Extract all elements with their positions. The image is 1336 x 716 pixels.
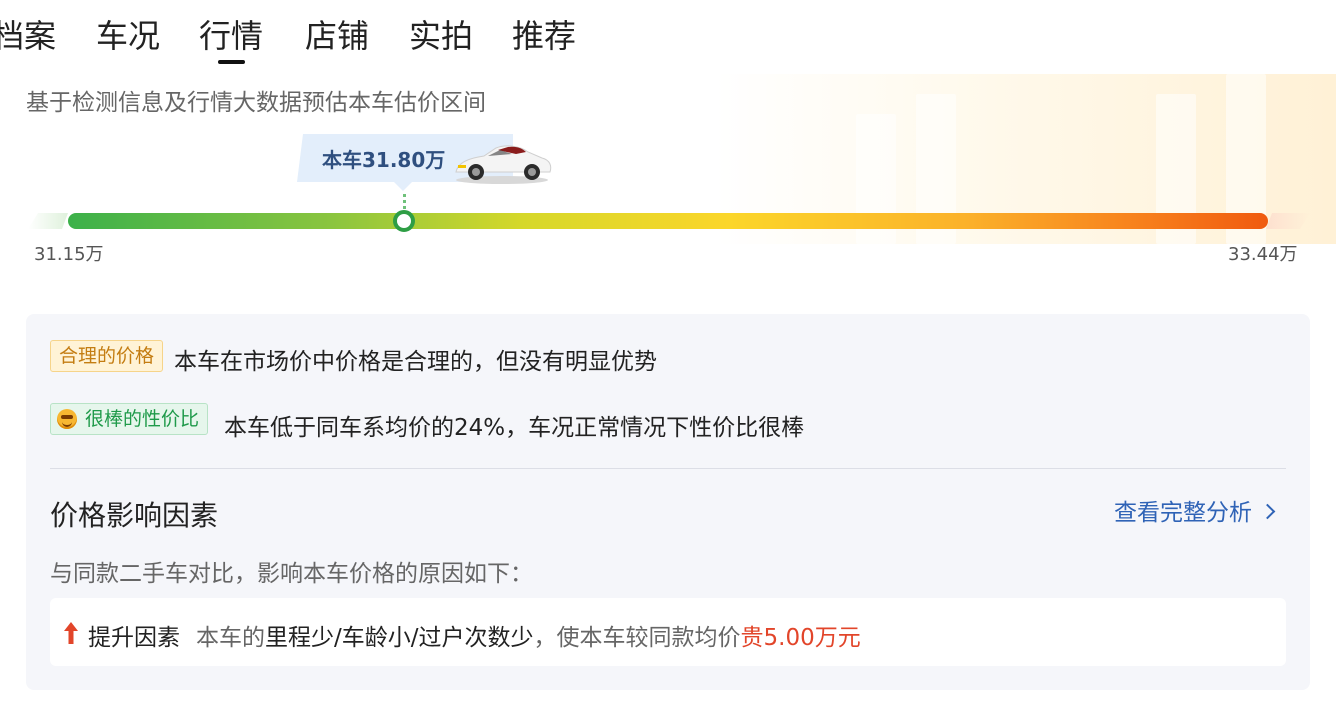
factor-prefix: 本车的 — [196, 625, 265, 651]
factor-value: 贵5.00万元 — [740, 625, 861, 651]
view-full-analysis-label: 查看完整分析 — [1114, 500, 1252, 526]
current-price-label: 本车31.80万 — [322, 148, 446, 172]
range-min-label: 31.15万 — [34, 244, 104, 265]
price-range-bar — [68, 213, 1268, 229]
factor-line: 提升因素 本车的里程少/车龄小/过户次数少，使本车较同款均价贵5.00万元 — [88, 618, 861, 652]
valuation-section: 基于检测信息及行情大数据预估本车估价区间 本车31.80万 31.15万 33.… — [0, 74, 1336, 284]
price-bar-cap-left — [28, 213, 68, 229]
price-analysis-card: 合理的价格 本车在市场价中价格是合理的，但没有明显优势 很棒的性价比 本车低于同… — [26, 314, 1310, 690]
tab-recommend[interactable]: 推荐 — [512, 14, 576, 58]
arrow-up-icon — [64, 622, 78, 644]
tab-archive[interactable]: 档案 — [0, 14, 56, 58]
factors-description: 与同款二手车对比，影响本车价格的原因如下： — [50, 561, 533, 587]
factor-label: 提升因素 — [88, 625, 180, 651]
tab-condition[interactable]: 车况 — [96, 14, 160, 58]
tab-market[interactable]: 行情 — [199, 14, 263, 58]
smile-face-icon — [57, 409, 77, 429]
car-image — [455, 145, 552, 184]
factor-item: 提升因素 本车的里程少/车龄小/过户次数少，使本车较同款均价贵5.00万元 — [50, 598, 1286, 666]
factor-highlight: 里程少/车龄小/过户次数少 — [265, 625, 534, 651]
factors-title: 价格影响因素 — [50, 499, 219, 532]
factor-suffix: ，使本车较同款均价 — [533, 625, 741, 651]
view-full-analysis-link[interactable]: 查看完整分析 — [1114, 493, 1276, 527]
great-value-text: 本车低于同车系均价的24%，车况正常情况下性价比很棒 — [224, 415, 805, 441]
fair-price-text: 本车在市场价中价格是合理的，但没有明显优势 — [174, 349, 657, 375]
active-tab-indicator — [218, 60, 245, 64]
valuation-subtitle: 基于检测信息及行情大数据预估本车估价区间 — [26, 90, 486, 116]
divider — [50, 468, 1286, 469]
tab-store[interactable]: 店铺 — [305, 14, 369, 58]
tab-bar: 档案 车况 行情 店铺 实拍 推荐 — [0, 0, 1336, 70]
range-max-label: 33.44万 — [1228, 244, 1298, 265]
fair-price-badge: 合理的价格 — [50, 340, 164, 372]
price-tag-pointer — [394, 182, 412, 191]
great-value-badge-label: 很棒的性价比 — [85, 408, 200, 430]
current-price-marker — [393, 210, 415, 232]
chevron-right-icon — [1259, 503, 1276, 520]
great-value-badge: 很棒的性价比 — [50, 403, 209, 435]
tab-photos[interactable]: 实拍 — [409, 14, 473, 58]
